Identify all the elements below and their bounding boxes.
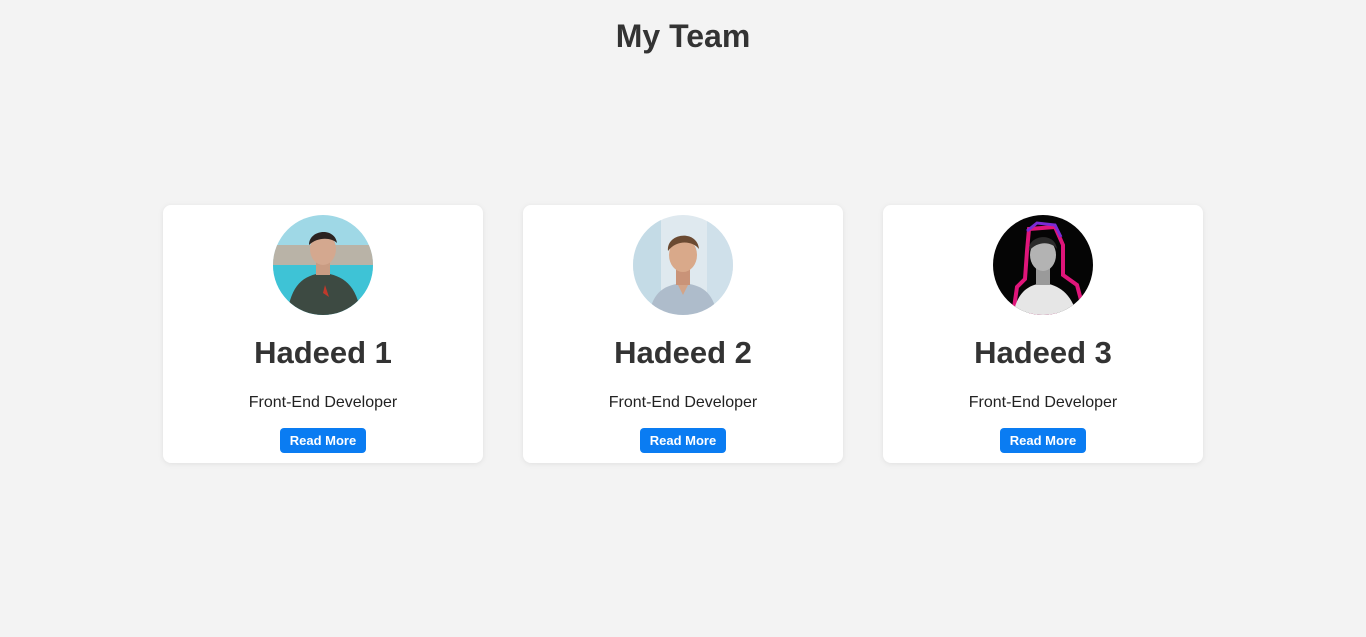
read-more-button[interactable]: Read More — [279, 428, 367, 453]
avatar-photo-1 — [273, 215, 373, 315]
avatar — [633, 215, 733, 315]
member-role: Front-End Developer — [608, 394, 758, 411]
member-name: Hadeed 1 — [254, 335, 392, 370]
avatar — [273, 215, 373, 315]
read-more-button[interactable]: Read More — [639, 428, 727, 453]
member-role: Front-End Developer — [248, 394, 398, 411]
avatar-photo-2 — [633, 215, 733, 315]
member-name: Hadeed 3 — [974, 335, 1112, 370]
page-title: My Team — [615, 18, 751, 54]
avatar — [993, 215, 1093, 315]
member-role: Front-End Developer — [968, 394, 1118, 411]
team-card: Hadeed 1 Front-End Developer Read More — [163, 205, 483, 463]
avatar-photo-3 — [993, 215, 1093, 315]
read-more-button[interactable]: Read More — [999, 428, 1087, 453]
team-card: Hadeed 3 Front-End Developer Read More — [883, 205, 1203, 463]
member-name: Hadeed 2 — [614, 335, 752, 370]
team-card: Hadeed 2 Front-End Developer Read More — [523, 205, 843, 463]
team-grid: Hadeed 1 Front-End Developer Read More H… — [163, 205, 1203, 463]
